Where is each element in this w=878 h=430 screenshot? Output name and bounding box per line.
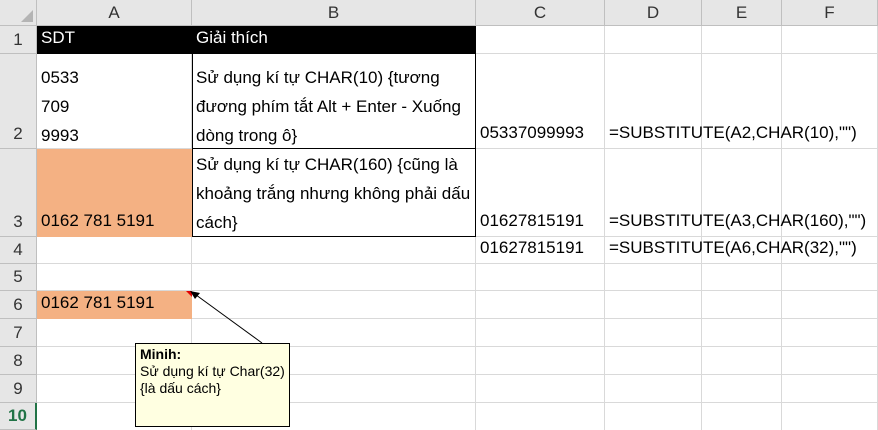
cell-comment-box[interactable]: Minih: Sử dụng kí tự Char(32) {là dấu cá…: [135, 343, 290, 427]
spreadsheet-grid[interactable]: A B C D E F 1 2 3 4 5 6 7 8 9 10 SDT Giả…: [0, 0, 878, 430]
comment-arrow: [186, 291, 263, 344]
comment-text: Sử dụng kí tự Char(32) {là dấu cách}: [140, 363, 285, 396]
comment-author: Minih:: [140, 346, 182, 362]
